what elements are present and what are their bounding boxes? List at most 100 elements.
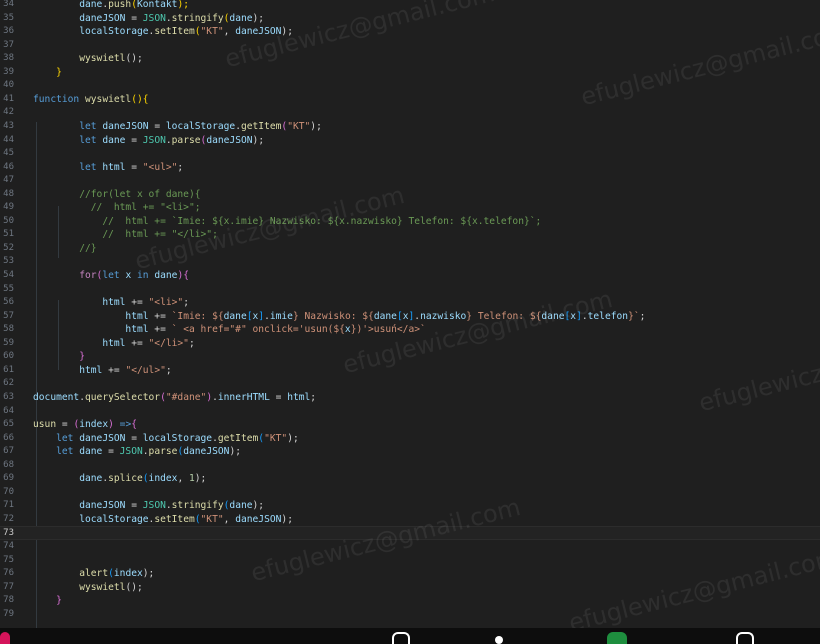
line-number: 35 xyxy=(3,12,14,23)
code-token: getItem xyxy=(217,432,259,444)
code-line[interactable]: 51 // html += "</li>"; xyxy=(0,228,820,242)
code-line[interactable]: 45 xyxy=(0,147,820,161)
app-icon[interactable] xyxy=(0,632,10,644)
line-number: 62 xyxy=(3,378,14,389)
line-number: 68 xyxy=(3,459,14,470)
line-number: 38 xyxy=(3,53,14,64)
app-icon[interactable] xyxy=(607,632,627,644)
code-line[interactable]: 37 xyxy=(0,39,820,53)
line-number: 64 xyxy=(3,405,14,416)
line-number: 41 xyxy=(3,93,14,104)
line-number: 34 xyxy=(3,0,14,9)
code-line[interactable]: 59 html += "</li>"; xyxy=(0,337,820,351)
code-line[interactable]: 49 // html += "<li>"; xyxy=(0,201,820,215)
code-line[interactable]: 64 xyxy=(0,405,820,419)
line-number: 37 xyxy=(3,39,14,50)
code-token: } Telefon: ${ xyxy=(466,310,542,322)
code-line[interactable]: 53 xyxy=(0,255,820,269)
code-line[interactable]: 66 let daneJSON = localStorage.getItem("… xyxy=(0,432,820,446)
code-line[interactable]: 67 let dane = JSON.parse(daneJSON); xyxy=(0,445,820,459)
code-line[interactable]: 39 } xyxy=(0,66,820,80)
code-token: nazwisko xyxy=(420,310,467,322)
code-token: //} xyxy=(79,242,97,254)
code-line[interactable]: 62 xyxy=(0,377,820,391)
code-line[interactable]: 78 } xyxy=(0,594,820,608)
line-number: 75 xyxy=(3,554,14,565)
code-token: html xyxy=(125,324,149,336)
line-number: 72 xyxy=(3,513,14,524)
code-token: (); xyxy=(125,581,143,593)
code-line[interactable]: 63 document.querySelector("#dane").innerH… xyxy=(0,391,820,405)
code-text: let dane = JSON.parse(daneJSON); xyxy=(33,134,264,148)
code-line[interactable]: 50 // html += `Imie: ${x.imie} Nazwisko:… xyxy=(0,215,820,229)
code-line[interactable]: 34 dane.push(Kontakt); xyxy=(0,0,820,12)
code-token: += xyxy=(125,337,149,349)
code-text: alert(index); xyxy=(33,567,154,581)
code-line[interactable]: 40 xyxy=(0,79,820,93)
line-number: 39 xyxy=(3,66,14,77)
code-line[interactable]: 74 xyxy=(0,540,820,554)
code-line[interactable]: 55 xyxy=(0,283,820,297)
code-token: dane xyxy=(373,310,397,322)
code-line[interactable]: 54 for(let x in dane){ xyxy=(0,269,820,283)
code-line[interactable]: 72 localStorage.setItem("KT", daneJSON); xyxy=(0,513,820,527)
code-token: , xyxy=(223,26,236,38)
code-token: } xyxy=(56,66,62,78)
code-line[interactable]: 47 xyxy=(0,174,820,188)
code-line[interactable]: 46 let html = "<ul>"; xyxy=(0,161,820,175)
code-line[interactable]: 69 dane.splice(index, 1); xyxy=(0,472,820,486)
code-token: } Nazwisko: ${ xyxy=(292,310,374,322)
code-line[interactable]: 61 html += "</ul>"; xyxy=(0,364,820,378)
code-line[interactable]: 44 let dane = JSON.parse(daneJSON); xyxy=(0,134,820,148)
code-line[interactable]: 75 xyxy=(0,554,820,568)
line-number: 71 xyxy=(3,500,14,511)
line-number: 40 xyxy=(3,80,14,91)
code-token: { xyxy=(131,419,137,431)
code-line[interactable]: 77 wyswietl(); xyxy=(0,581,820,595)
code-token: dane xyxy=(154,270,178,281)
code-line[interactable]: 71 daneJSON = JSON.stringify(dane); xyxy=(0,499,820,513)
app-icon[interactable] xyxy=(495,636,503,644)
app-icon[interactable] xyxy=(392,632,410,644)
line-number: 51 xyxy=(3,229,14,240)
code-line[interactable]: 56 html += "<li>"; xyxy=(0,296,820,310)
code-text: let dane = JSON.parse(daneJSON); xyxy=(33,445,241,459)
code-line[interactable]: 60 } xyxy=(0,350,820,364)
code-text: //} xyxy=(33,242,97,256)
code-line[interactable]: 48 //for(let x of dane){ xyxy=(0,188,820,202)
code-line[interactable]: 41 function wyswietl(){ xyxy=(0,93,820,107)
code-line[interactable]: 57 html += `Imie: ${dane[x].imie} Nazwis… xyxy=(0,310,820,324)
code-line[interactable]: 36 localStorage.setItem("KT", daneJSON); xyxy=(0,25,820,39)
code-line[interactable]: 76 alert(index); xyxy=(0,567,820,581)
code-text: localStorage.setItem("KT", daneJSON); xyxy=(33,513,293,527)
code-line[interactable]: 73 xyxy=(0,526,820,541)
code-line[interactable]: 42 xyxy=(0,106,820,120)
code-token: (){ xyxy=(131,93,149,105)
code-token: let xyxy=(56,432,74,444)
code-line[interactable]: 35 daneJSON = JSON.stringify(dane); xyxy=(0,12,820,26)
code-line[interactable]: 70 xyxy=(0,486,820,500)
code-text: let html = "<ul>"; xyxy=(33,161,183,175)
line-number: 70 xyxy=(3,486,14,497)
code-editor[interactable]: 34 dane.push(Kontakt); 35 daneJSON = JSON… xyxy=(0,0,820,628)
code-line[interactable]: 38 wyswietl(); xyxy=(0,52,820,66)
code-token: = xyxy=(102,446,120,458)
line-number: 45 xyxy=(3,148,14,159)
code-token: daneJSON xyxy=(102,120,149,132)
code-line[interactable]: 68 xyxy=(0,459,820,473)
code-token: => xyxy=(113,419,132,431)
code-line[interactable]: 79 xyxy=(0,608,820,622)
code-token: "KT" xyxy=(200,513,224,525)
code-token: ); xyxy=(252,500,265,512)
code-line[interactable]: 58 html += ` <a href="#" onclick='usun($… xyxy=(0,323,820,337)
code-line[interactable]: 43 let daneJSON = localStorage.getItem("… xyxy=(0,120,820,134)
app-icon[interactable] xyxy=(736,632,754,644)
code-line[interactable]: 65 usun = (index) =>{ xyxy=(0,418,820,432)
code-token: daneJSON xyxy=(235,26,282,38)
code-line[interactable]: 52 //} xyxy=(0,242,820,256)
code-token: html xyxy=(125,310,149,322)
